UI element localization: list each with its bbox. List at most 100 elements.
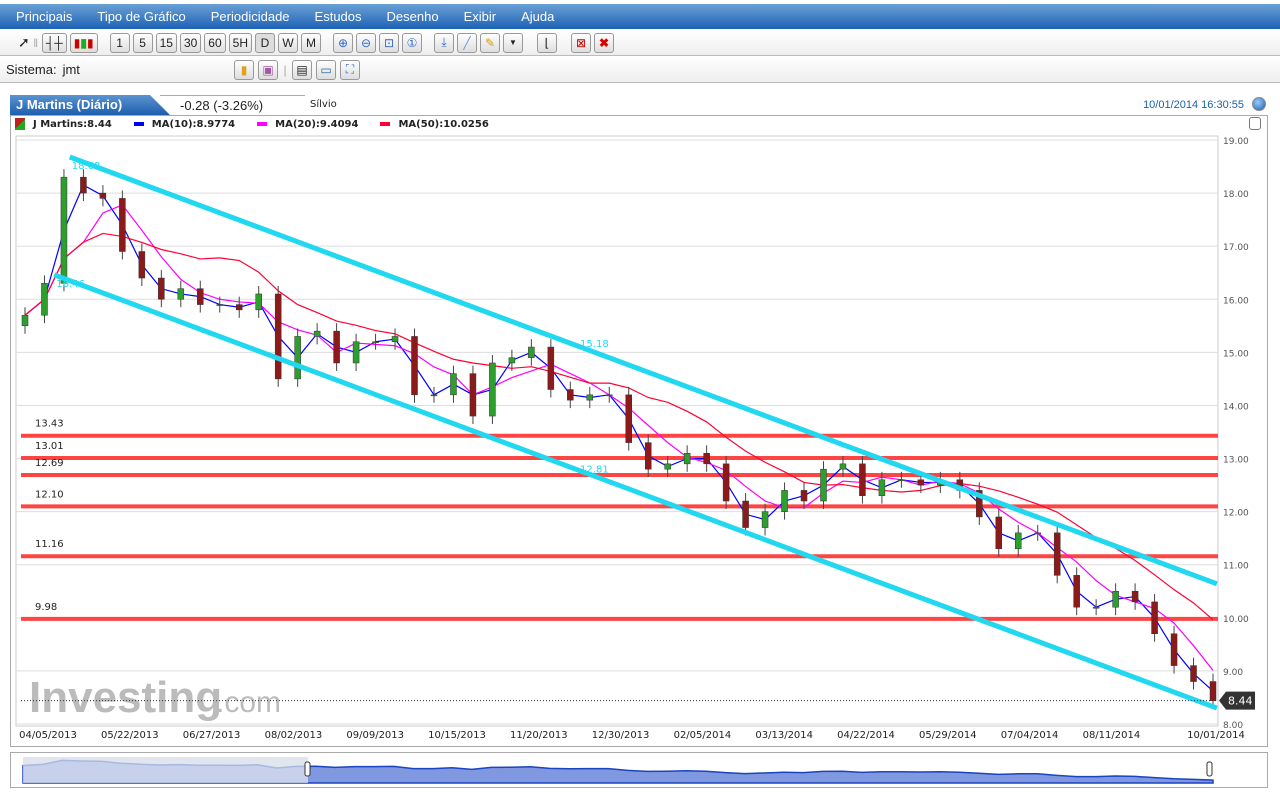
- level-label: 12.69: [35, 458, 64, 469]
- crosshair-icon: ⌊: [544, 35, 550, 50]
- system-label: Sistema:: [6, 62, 57, 77]
- y-tick-label: 19.00: [1223, 137, 1249, 147]
- level-label: 13.01: [35, 441, 64, 452]
- x-tick-label: 04/22/2014: [837, 730, 895, 741]
- menu-periodicidade[interactable]: Periodicidade: [211, 9, 290, 24]
- candle: [742, 500, 749, 528]
- candle: [138, 251, 146, 279]
- candle: [294, 336, 301, 380]
- investing-logo-suffix: .com: [216, 686, 281, 719]
- period-m[interactable]: M: [301, 32, 321, 53]
- period-5[interactable]: 5: [132, 32, 153, 53]
- level-label: 9.98: [35, 602, 57, 613]
- y-tick-label: 17.00: [1223, 243, 1249, 253]
- toolbar: ➚ ‖ ┤┼ ▮▮▮ 1 5 15 30 60 5H D W M ⊕ ⊖ ⊡ ① …: [0, 30, 1280, 56]
- open-button[interactable]: ▮: [234, 59, 254, 80]
- y-tick-label: 10.00: [1223, 615, 1249, 625]
- candle: [216, 304, 224, 306]
- candle: [1092, 606, 1100, 609]
- candle: [820, 468, 827, 502]
- candle: [995, 516, 1003, 550]
- candle: [722, 463, 730, 502]
- navigator[interactable]: [10, 752, 1268, 788]
- timestamp: 10/01/2014 16:30:55: [1143, 99, 1244, 111]
- candle: [528, 346, 535, 358]
- tab-j-martins[interactable]: J Martins (Diário): [10, 95, 170, 115]
- delete-all-button[interactable]: ✖: [594, 32, 614, 53]
- bar-chart-button[interactable]: ┤┼: [41, 32, 67, 53]
- period-60[interactable]: 60: [204, 32, 226, 53]
- menu-desenho[interactable]: Desenho: [387, 9, 439, 24]
- price-chart[interactable]: 19.00 18.00 17.00 16.00 15.00 14.00 13.00 12.00…: [11, 116, 1269, 748]
- x-tick-label: 10/15/2013: [428, 730, 486, 741]
- menu-tipo-grafico[interactable]: Tipo de Gráfico: [97, 9, 185, 24]
- zoom-out-button[interactable]: ⊖: [356, 32, 376, 53]
- candle: [411, 336, 418, 396]
- period-30[interactable]: 30: [179, 32, 202, 53]
- y-tick-label: 9.00: [1223, 668, 1243, 678]
- candle: [255, 293, 262, 311]
- x-tick-label: 09/09/2013: [346, 730, 404, 741]
- candle: [313, 330, 321, 337]
- candle: [1073, 575, 1080, 608]
- candle: [839, 463, 847, 470]
- candle: [391, 336, 399, 342]
- system-bar: Sistema: jmt ▮ ▣ | ▤ ▭ ⛶: [0, 57, 1280, 83]
- ohlc-icon: ┤┼: [45, 35, 63, 50]
- menu-exibir[interactable]: Exibir: [464, 9, 497, 24]
- candle: [158, 277, 165, 300]
- save-button[interactable]: ▣: [258, 59, 278, 80]
- candle: [800, 490, 808, 502]
- zoom-in-button[interactable]: ⊕: [333, 32, 353, 53]
- period-5h[interactable]: 5H: [228, 32, 252, 53]
- candle: [547, 346, 555, 390]
- trend-line-button[interactable]: ╱: [457, 32, 477, 53]
- candle: [703, 452, 710, 465]
- y-tick-label: 16.00: [1223, 296, 1249, 306]
- close-icon: ✖: [598, 35, 610, 50]
- candle: [1131, 591, 1139, 603]
- navigator-handle-left[interactable]: [304, 761, 311, 777]
- candle: [1190, 665, 1197, 682]
- navigator-mask: [23, 757, 308, 783]
- print-button[interactable]: ▤: [292, 59, 312, 80]
- candle: [352, 341, 360, 364]
- zoom-reset-icon: ①: [406, 35, 418, 50]
- candle: [450, 373, 457, 396]
- y-tick-label: 12.00: [1223, 509, 1249, 519]
- navigator-chart[interactable]: [11, 753, 1269, 789]
- zoom-reset-button[interactable]: ①: [402, 32, 422, 53]
- delete-selected-button[interactable]: ⊠: [571, 32, 591, 53]
- period-w[interactable]: W: [278, 32, 298, 53]
- period-1[interactable]: 1: [109, 32, 130, 53]
- x-tick-label: 08/11/2014: [1083, 730, 1141, 741]
- tab-silvio[interactable]: Sílvio: [310, 99, 337, 110]
- crosshair-button[interactable]: ⌊: [537, 32, 557, 53]
- zoom-fit-button[interactable]: ⊡: [379, 32, 399, 53]
- pencil-button[interactable]: ✎: [480, 32, 500, 53]
- candle: [859, 463, 866, 496]
- navigator-handle-right[interactable]: [1206, 761, 1213, 777]
- chart-panel: J Martins:8.44 MA(10):8.9774 MA(20):9.40…: [10, 115, 1268, 747]
- draw-dropdown[interactable]: ▼: [503, 32, 523, 53]
- menu-estudos[interactable]: Estudos: [315, 9, 362, 24]
- line-icon: ╱: [463, 35, 471, 50]
- channel-label: 15.18: [580, 339, 609, 350]
- candle: [489, 362, 496, 417]
- status-orb-icon[interactable]: [1252, 97, 1266, 111]
- pointer-icon[interactable]: ➚: [18, 34, 30, 51]
- candle: [917, 479, 925, 486]
- menu-principais[interactable]: Principais: [16, 9, 72, 24]
- candle: [781, 490, 788, 512]
- candle: [761, 511, 769, 528]
- x-tick-label: 12/30/2013: [592, 730, 650, 741]
- horizontal-line-button[interactable]: ⤓: [434, 32, 454, 53]
- period-15[interactable]: 15: [155, 32, 177, 53]
- candle: [119, 198, 126, 252]
- image-button[interactable]: ▭: [316, 59, 336, 80]
- menu-ajuda[interactable]: Ajuda: [521, 9, 554, 24]
- candle: [274, 293, 282, 380]
- fullscreen-button[interactable]: ⛶: [340, 59, 360, 80]
- candle-chart-button[interactable]: ▮▮▮: [69, 32, 98, 53]
- period-d[interactable]: D: [255, 32, 275, 53]
